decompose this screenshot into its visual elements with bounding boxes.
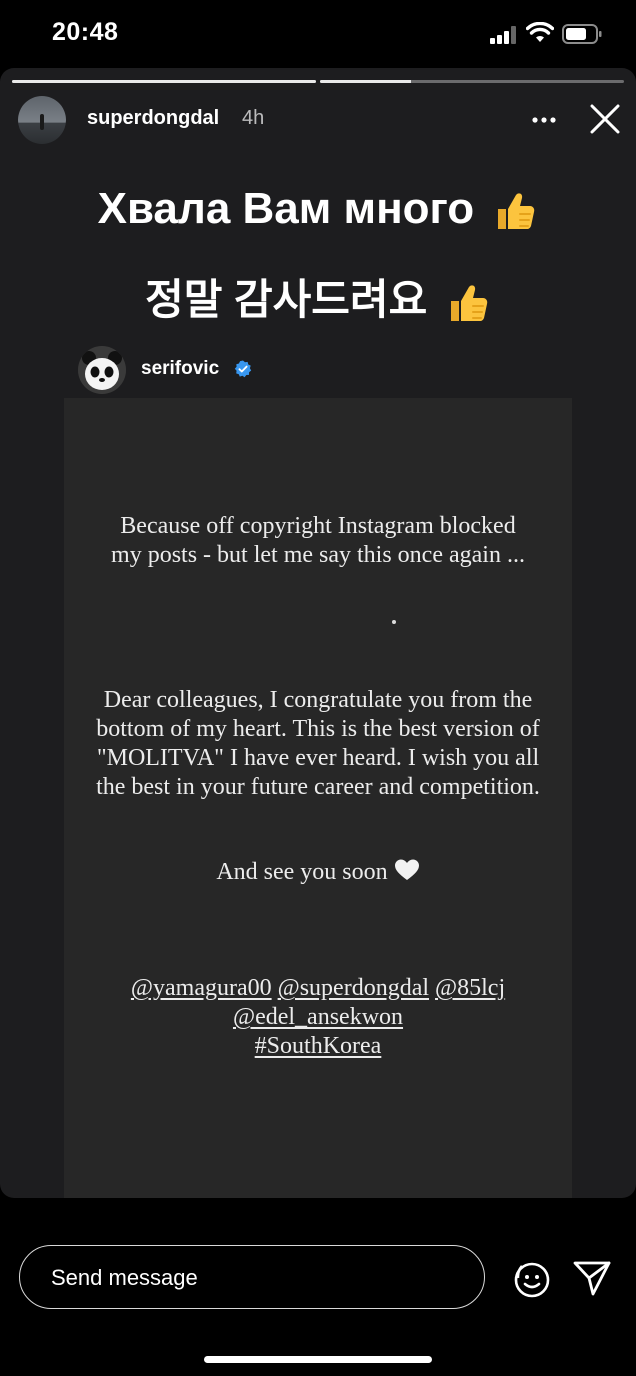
story-progress-fill: [320, 80, 412, 83]
sticker-reaction-icon[interactable]: [508, 1256, 552, 1300]
shared-post[interactable]: Because off copyright Instagram blocked …: [64, 398, 572, 1198]
story-headline-russian: Хвала Вам много: [0, 184, 636, 235]
cellular-signal-icon: [490, 26, 518, 44]
send-direct-icon[interactable]: [571, 1258, 613, 1298]
post-closing-text: And see you soon: [216, 859, 388, 885]
shared-post-header[interactable]: serifovic: [78, 346, 378, 394]
headline-text: 정말 감사드려요: [145, 276, 428, 323]
story-time-ago: 4h: [242, 107, 265, 129]
story-header: superdongdal 4h: [18, 96, 620, 144]
shared-post-author-avatar[interactable]: [78, 346, 126, 394]
story-viewer[interactable]: superdongdal 4h Хвала Вам много 정말 감사드려요: [0, 68, 636, 1198]
more-options-icon[interactable]: [526, 102, 562, 138]
headline-text: Хвала Вам много: [97, 184, 475, 233]
thumbs-up-icon: [498, 193, 535, 230]
post-dot: [392, 620, 396, 624]
mention-link[interactable]: @yamagura00: [131, 975, 272, 1001]
mention-link[interactable]: @85lcj: [435, 975, 505, 1001]
thumbs-up-icon: [450, 285, 488, 321]
status-bar: 20:48: [0, 0, 636, 68]
send-message-placeholder: Send message: [51, 1265, 198, 1290]
story-progress: [12, 80, 624, 83]
send-message-input[interactable]: Send message: [19, 1245, 485, 1309]
post-paragraph: Because off copyright Instagram blocked …: [111, 513, 525, 568]
story-headline-korean: 정말 감사드려요: [0, 266, 636, 327]
post-tags: @yamagura00 @superdongdal @85lcj @edel_a…: [64, 974, 572, 1061]
wifi-icon: [526, 22, 554, 42]
story-progress-segment: [320, 80, 624, 83]
close-icon[interactable]: [586, 100, 624, 138]
post-paragraph-closing: And see you soon: [64, 858, 572, 887]
mention-link[interactable]: @edel_ansekwon: [233, 1004, 403, 1030]
hashtag-link[interactable]: #SouthKorea: [255, 1033, 382, 1059]
story-progress-fill: [12, 80, 316, 83]
shared-post-username[interactable]: serifovic: [141, 358, 219, 380]
post-paragraph: Dear colleagues, I congratulate you from…: [96, 687, 540, 800]
white-heart-icon: [394, 859, 419, 880]
mention-link[interactable]: @superdongdal: [278, 975, 429, 1001]
verified-badge-icon: [234, 360, 252, 378]
story-progress-segment: [12, 80, 316, 83]
story-author-avatar[interactable]: [18, 96, 66, 144]
story-author-username[interactable]: superdongdal: [87, 107, 219, 130]
battery-icon: [562, 24, 602, 44]
status-time: 20:48: [52, 18, 119, 46]
home-indicator: [204, 1356, 432, 1363]
